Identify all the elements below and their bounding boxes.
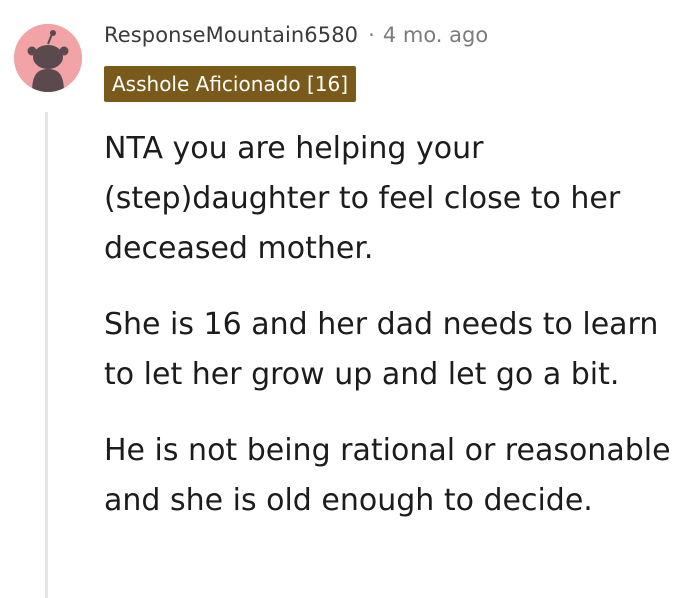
comment-paragraph: She is 16 and her dad needs to learn to … <box>104 307 659 392</box>
user-flair-badge: Asshole Aficionado [16] <box>104 66 356 102</box>
comment-timestamp[interactable]: 4 mo. ago <box>383 23 488 47</box>
reddit-snoo-avatar-icon <box>14 24 82 92</box>
username-link[interactable]: ResponseMountain6580 <box>104 23 358 47</box>
meta-separator: · <box>368 23 375 47</box>
comment: ResponseMountain6580 · 4 mo. ago Asshole… <box>0 0 700 598</box>
comment-meta: ResponseMountain6580 · 4 mo. ago <box>104 18 488 52</box>
comment-paragraph: He is not being rational or reasonable a… <box>104 433 671 518</box>
thread-line[interactable] <box>45 112 48 598</box>
comment-paragraph: NTA you are helping your (step)daughter … <box>104 131 621 266</box>
comment-body: NTA you are helping your (step)daughter … <box>104 124 694 552</box>
user-avatar[interactable] <box>14 24 82 92</box>
